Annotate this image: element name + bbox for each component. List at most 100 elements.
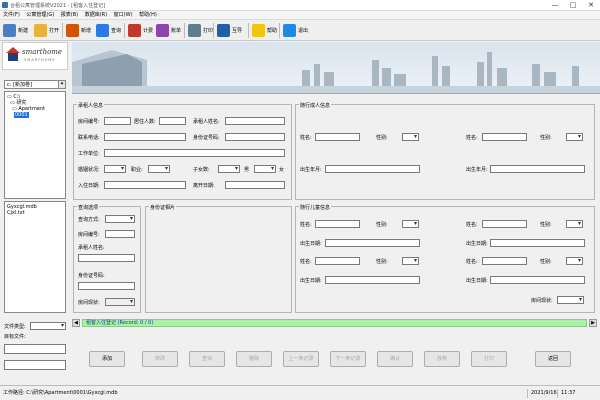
adult1-birth-input[interactable] [325, 165, 420, 173]
query-name-label: 承租人姓名: [78, 245, 105, 251]
menu-help[interactable]: 帮助(H) [139, 11, 157, 20]
nav-next-button[interactable]: ▶ [589, 319, 597, 327]
logo-subtitle: SMARTHOME [24, 58, 56, 62]
logo: smarthome SMARTHOME [2, 42, 68, 70]
toolbar-separator [279, 23, 280, 38]
target-path-input[interactable] [4, 360, 66, 370]
child3-gender-label: 性别: [376, 259, 388, 265]
delete-button[interactable]: 删除 [236, 351, 272, 367]
room-status-label: 房间现状: [531, 298, 553, 304]
adult1-name-input[interactable] [315, 133, 360, 141]
query-name-input[interactable] [78, 254, 135, 262]
menu-apartment[interactable]: 公寓管理(G) [26, 11, 54, 20]
query-method-select[interactable] [105, 215, 135, 223]
menu-file[interactable]: 文件(F) [3, 11, 20, 20]
tenant-name-input[interactable] [225, 117, 285, 125]
adult2-birth-input[interactable] [490, 165, 585, 173]
child1-birth-input[interactable] [325, 239, 420, 247]
id-no-input[interactable] [225, 133, 285, 141]
printer-icon [188, 24, 201, 37]
child2-name-input[interactable] [482, 220, 527, 228]
file-item[interactable]: Cjxl.txt [7, 210, 63, 216]
chevron-down-icon[interactable]: ▾ [58, 81, 65, 88]
confirm-button[interactable]: 确认 [377, 351, 413, 367]
file-list[interactable]: Gyxcgl.mdb Cjxl.txt [4, 201, 66, 313]
leave-date-input[interactable] [225, 181, 285, 189]
group-title: 查询选项 [77, 204, 100, 211]
status-bar: 工作路径: C:\研究\Apartment\0001\Gyxcgl.mdb 20… [0, 385, 600, 400]
living-count-input[interactable] [159, 117, 186, 125]
toolbar-printer-button[interactable]: 打印 [188, 22, 213, 39]
toolbar-bar-chart-button[interactable]: 账单 [156, 22, 181, 39]
toolbar-exit-button[interactable]: 退出 [283, 22, 308, 39]
male-label: 男 [244, 167, 250, 173]
query-status-select[interactable] [105, 298, 135, 306]
modify-button[interactable]: 修改 [142, 351, 178, 367]
child1-gender-label: 性别: [376, 222, 388, 228]
query-id-input[interactable] [78, 282, 135, 290]
target-file-input[interactable] [4, 344, 66, 354]
group-title: 随行儿童信息 [299, 204, 332, 211]
child1-gender-select[interactable] [402, 220, 419, 228]
drive-select[interactable]: c: [新加卷] ▾ [4, 80, 66, 89]
room-no-input[interactable] [104, 117, 131, 125]
toolbar-help-button[interactable]: 帮助 [252, 22, 277, 39]
child2-birth-input[interactable] [490, 239, 585, 247]
child4-name-input[interactable] [482, 257, 527, 265]
job-select[interactable] [148, 165, 170, 173]
menu-database[interactable]: 数据库(R) [85, 11, 107, 20]
children-label: 子女数: [193, 167, 210, 173]
tree-item[interactable]: 0001 [7, 112, 63, 118]
toolbar-calculator-button[interactable]: 计费 [128, 22, 153, 39]
adult1-gender-select[interactable] [402, 133, 419, 141]
workplace-input[interactable] [104, 149, 285, 157]
toolbar-add-person-button[interactable]: 新增 [66, 22, 91, 39]
minimize-button[interactable]: — [546, 0, 564, 11]
maximize-button[interactable]: □ [564, 0, 582, 11]
child3-birth-input[interactable] [325, 276, 420, 284]
child4-birth-input[interactable] [490, 276, 585, 284]
child2-gender-select[interactable] [566, 220, 583, 228]
child3-gender-select[interactable] [402, 257, 419, 265]
record-scrollbar[interactable]: 租客入住登记 (Record: 0 / 0) [82, 319, 587, 327]
query-button[interactable]: 查询 [189, 351, 225, 367]
toolbar-new-doc-button[interactable]: 新建 [3, 22, 28, 39]
query-method-label: 查询方式: [78, 217, 100, 223]
skyline-graphic [72, 42, 600, 93]
toolbar-magnifier-button[interactable]: 查询 [96, 22, 121, 39]
adult2-name-input[interactable] [482, 133, 527, 141]
next-record-button[interactable]: 下一条记录 [330, 351, 366, 367]
return-button[interactable]: 返回 [535, 351, 571, 367]
marital-select[interactable] [104, 165, 126, 173]
folder-tree[interactable]: ▭ C:\ ▭ 研究 ▭ Apartment 0001 [4, 91, 66, 199]
print-button[interactable]: 打印 [471, 351, 507, 367]
logo-name: smarthome [22, 48, 63, 56]
adult2-name-label: 姓名: [466, 135, 478, 141]
toolbar-separator [213, 23, 214, 38]
add-person-icon [66, 24, 79, 37]
room-status-select[interactable] [557, 296, 584, 304]
toolbar-open-folder-button[interactable]: 打开 [34, 22, 59, 39]
adult2-gender-select[interactable] [566, 133, 583, 141]
close-button[interactable]: ✕ [582, 0, 600, 11]
toolbar-label: 新增 [81, 28, 92, 34]
child1-name-input[interactable] [315, 220, 360, 228]
checkin-date-input[interactable] [104, 181, 186, 189]
toolbar-separator [62, 23, 63, 38]
toolbar-label: 互导 [232, 28, 243, 34]
phone-input[interactable] [104, 133, 186, 141]
toolbar-book-button[interactable]: 互导 [217, 22, 242, 39]
add-button[interactable]: 添加 [89, 351, 125, 367]
children-female-select[interactable] [254, 165, 276, 173]
prev-record-button[interactable]: 上一条记录 [283, 351, 319, 367]
child3-name-input[interactable] [315, 257, 360, 265]
file-type-select[interactable] [30, 322, 66, 330]
toolbar-label: 查询 [111, 28, 122, 34]
children-male-select[interactable] [218, 165, 240, 173]
child4-gender-select[interactable] [566, 257, 583, 265]
query-room-input[interactable] [105, 230, 135, 238]
menu-report[interactable]: 报表(B) [61, 11, 78, 20]
nav-prev-button[interactable]: ◀ [72, 319, 80, 327]
discard-button[interactable]: 放弃 [424, 351, 460, 367]
menu-window[interactable]: 窗口(W) [114, 11, 133, 20]
